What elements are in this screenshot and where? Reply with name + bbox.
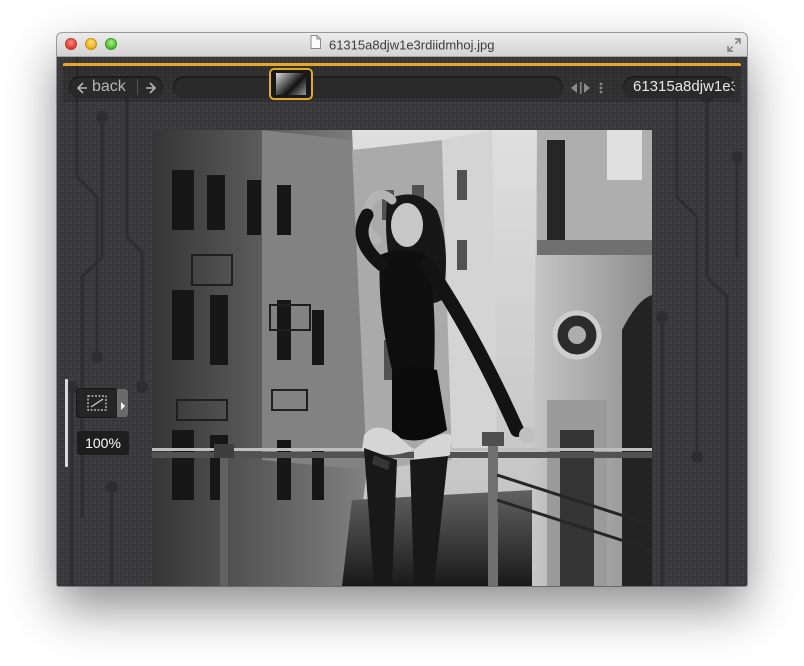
title-bar: 61315a8djw1e3rdiidmhoj.jpg bbox=[57, 33, 747, 57]
filename-field: 61315a8djw1e3rdiidmhoj.jpg bbox=[623, 76, 735, 98]
back-button[interactable]: back bbox=[69, 76, 163, 98]
divider bbox=[137, 79, 138, 95]
prev-next-control[interactable] bbox=[569, 81, 617, 100]
window-title: 61315a8djw1e3rdiidmhoj.jpg bbox=[328, 37, 495, 53]
photo-image bbox=[152, 130, 652, 586]
thumbnail-strip[interactable] bbox=[173, 76, 563, 98]
app-window: 61315a8djw1e3rdiidmhoj.jpg back 61315a8d… bbox=[57, 33, 747, 586]
arrow-right-icon[interactable] bbox=[145, 81, 157, 99]
fit-to-window-button[interactable] bbox=[77, 389, 117, 417]
thumbnail-image bbox=[276, 73, 306, 95]
filename-label: 61315a8djw1e3rdiidmhoj.jpg bbox=[633, 78, 735, 95]
zoom-panel-edge bbox=[65, 379, 68, 467]
arrow-left-icon bbox=[76, 81, 88, 99]
zoom-level: 100% bbox=[77, 431, 129, 455]
document-icon bbox=[310, 33, 321, 56]
current-thumbnail[interactable] bbox=[269, 68, 313, 100]
main-photo[interactable] bbox=[152, 130, 652, 586]
caret-right-icon bbox=[120, 398, 126, 416]
zoom-panel: 100% bbox=[65, 379, 131, 467]
back-label: back bbox=[92, 78, 126, 95]
fullscreen-icon[interactable] bbox=[727, 38, 741, 57]
toolbar: back 61315a8djw1e3 bbox=[63, 63, 741, 102]
zoom-menu-button[interactable] bbox=[117, 389, 128, 417]
fit-to-window-icon bbox=[87, 395, 107, 416]
viewer-area: back 61315a8djw1e3 100% bbox=[57, 57, 747, 586]
